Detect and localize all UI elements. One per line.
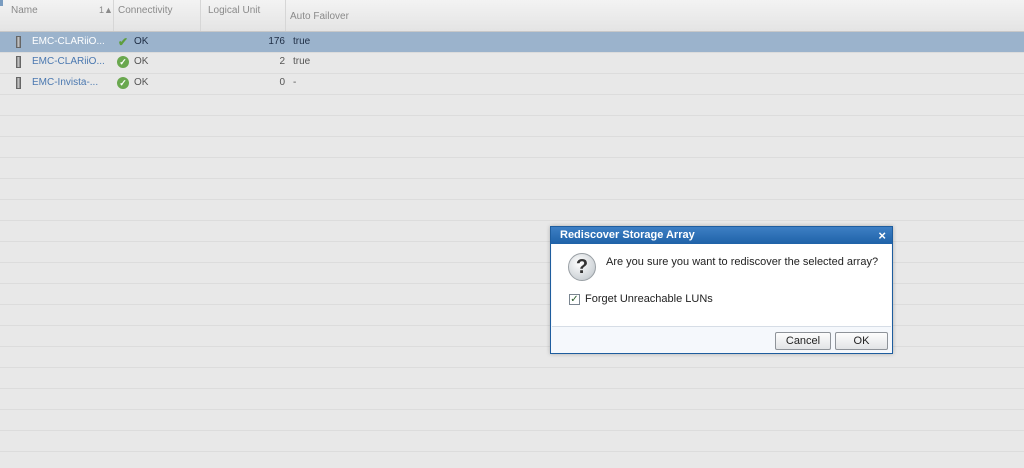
storage-device-icon — [16, 36, 21, 48]
array-name[interactable]: EMC-CLARiiO... — [32, 52, 110, 72]
column-header-logical-unit[interactable]: Logical Unit — [208, 5, 260, 16]
dialog-title: Rediscover Storage Array — [560, 229, 695, 241]
grid-header: Name 1▲ Connectivity Logical Unit Auto F… — [0, 0, 1024, 32]
column-divider[interactable] — [200, 0, 201, 31]
rediscover-dialog: Rediscover Storage Array × ? Are you sur… — [550, 226, 893, 354]
auto-failover-value: true — [293, 56, 311, 67]
logical-unit-count: 176 — [268, 36, 285, 47]
column-divider[interactable] — [285, 0, 286, 31]
connectivity-status: OK — [134, 36, 149, 47]
auto-failover-value: true — [293, 36, 311, 47]
check-circle-icon: ✓ — [117, 77, 129, 89]
forget-luns-label[interactable]: Forget Unreachable LUNs — [585, 293, 713, 305]
forget-luns-checkbox[interactable]: ✓ — [569, 294, 580, 305]
storage-device-icon — [16, 56, 21, 68]
logical-unit-count: 0 — [279, 77, 285, 88]
array-name[interactable]: EMC-Invista-... — [32, 73, 110, 93]
check-circle-icon: ✔ — [117, 35, 129, 49]
dialog-body: ? Are you sure you want to rediscover th… — [552, 244, 891, 327]
array-name[interactable]: EMC-CLARiiO... — [32, 32, 110, 52]
table-row[interactable]: EMC-CLARiiO... ✔ OK 176 true — [0, 32, 1024, 52]
column-header-name[interactable]: Name — [11, 5, 38, 16]
connectivity-status: OK — [134, 77, 149, 88]
column-header-auto-failover[interactable]: Auto Failover — [290, 11, 349, 22]
column-divider[interactable] — [113, 0, 114, 31]
panel-edge — [0, 0, 3, 6]
question-icon: ? — [568, 253, 596, 281]
auto-failover-value: - — [293, 77, 297, 88]
table-row[interactable]: EMC-CLARiiO... ✓ OK 2 true — [0, 52, 1024, 72]
column-header-connectivity[interactable]: Connectivity — [118, 5, 172, 16]
sort-indicator[interactable]: 1▲ — [99, 5, 113, 15]
logical-unit-count: 2 — [279, 56, 285, 67]
close-icon[interactable]: × — [878, 227, 886, 244]
storage-device-icon — [16, 77, 21, 89]
check-circle-icon: ✓ — [117, 56, 129, 68]
cancel-button[interactable]: Cancel — [775, 332, 831, 350]
dialog-title-bar[interactable]: Rediscover Storage Array × — [551, 227, 892, 244]
table-row[interactable]: EMC-Invista-... ✓ OK 0 - — [0, 73, 1024, 93]
ok-button[interactable]: OK — [835, 332, 888, 350]
confirm-message: Are you sure you want to rediscover the … — [606, 256, 879, 268]
connectivity-status: OK — [134, 56, 149, 67]
